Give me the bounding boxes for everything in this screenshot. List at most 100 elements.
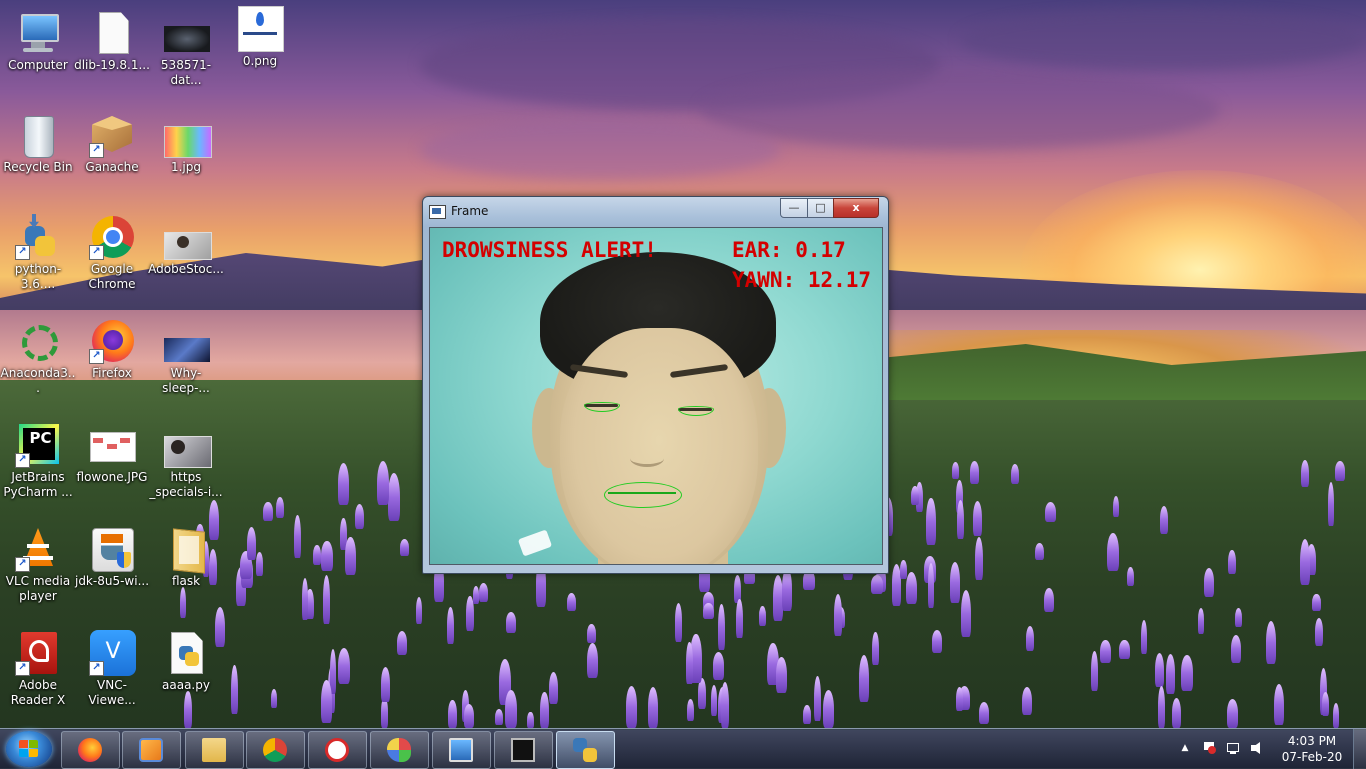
window-titlebar[interactable]: Frame — □ x: [423, 197, 888, 225]
desktop-icon-why-sleep[interactable]: Why-sleep-...: [148, 318, 224, 396]
system-clock[interactable]: 4:03 PM 07-Feb-20: [1272, 733, 1352, 765]
desktop-icon-vlc[interactable]: ↗ VLC media player: [0, 526, 76, 604]
close-button[interactable]: x: [833, 198, 879, 218]
action-center-flag-icon[interactable]: [1202, 741, 1216, 755]
window-app-icon[interactable]: [429, 205, 446, 219]
desktop-icon-label: Google Chrome: [88, 262, 136, 291]
wallpaper-flower: [377, 460, 390, 506]
desktop-icon-flowone[interactable]: flowone.JPG: [74, 422, 150, 485]
start-button[interactable]: [6, 731, 52, 767]
wallpaper-flower: [686, 699, 694, 722]
desktop-icon-anaconda[interactable]: Anaconda3...: [0, 318, 76, 396]
wallpaper-flower: [1300, 538, 1311, 585]
wallpaper-flower: [540, 691, 549, 728]
desktop-icon-label: https _specials-i...: [149, 470, 223, 499]
wallpaper-flower: [587, 642, 599, 678]
desktop-icon-computer[interactable]: Computer: [0, 10, 76, 73]
network-icon[interactable]: [1226, 741, 1240, 755]
light-glare: [517, 529, 553, 557]
wallpaper-flower: [505, 690, 517, 728]
nose: [630, 450, 664, 467]
desktop-icon-ganache[interactable]: ↗ Ganache: [74, 112, 150, 175]
firefox-icon: ↗: [89, 318, 135, 364]
wallpaper-flower: [380, 666, 391, 703]
taskbar-chrome[interactable]: [246, 731, 305, 769]
desktop-icon-recycle-bin[interactable]: Recycle Bin: [0, 112, 76, 175]
wallpaper-flower: [1312, 593, 1321, 611]
maximize-button[interactable]: □: [807, 198, 834, 218]
spider-app-icon: [325, 738, 349, 762]
wallpaper-flower: [911, 485, 919, 505]
desktop-icon-0png[interactable]: 0.png: [222, 6, 298, 69]
taskbar-firefox[interactable]: [61, 731, 120, 769]
desktop-icon-pycharm[interactable]: PC ↗ JetBrains PyCharm ...: [0, 422, 76, 500]
taskbar-command-prompt[interactable]: [494, 731, 553, 769]
python-installer-icon: ↗: [15, 214, 61, 260]
frame-window[interactable]: Frame — □ x DROWSINESS ALERT! EAR: 0.17 …: [422, 196, 889, 574]
maximize-icon: □: [815, 201, 826, 214]
wallpaper-flower: [506, 612, 517, 633]
wallpaper-flower: [775, 657, 787, 694]
desktop-icon-adobestock[interactable]: AdobeStoc...: [148, 214, 224, 277]
wallpaper-flower: [1235, 607, 1243, 627]
taskbar-control-panel[interactable]: [432, 731, 491, 769]
wallpaper-flower: [1226, 699, 1239, 728]
wallpaper-flower: [899, 559, 907, 579]
taskbar-spider-app[interactable]: [308, 731, 367, 769]
desktop-icon-firefox[interactable]: ↗ Firefox: [74, 318, 150, 381]
desktop-icon-python-installer[interactable]: ↗ python-3.6....: [0, 214, 76, 292]
taskbar-media-player[interactable]: [122, 731, 181, 769]
wallpaper-flower: [952, 462, 960, 479]
shortcut-arrow-icon: ↗: [15, 661, 30, 676]
show-hidden-icons-button[interactable]: ▲: [1178, 741, 1192, 755]
wallpaper-flower: [472, 585, 480, 604]
wallpaper-flower: [758, 605, 767, 626]
wallpaper-flower: [337, 463, 349, 505]
desktop-icon-flask-folder[interactable]: flask: [148, 526, 224, 589]
desktop-icon-dlib[interactable]: dlib-19.8.1...: [74, 10, 150, 73]
wallpaper-flower: [961, 589, 972, 637]
image-file-icon: [163, 422, 212, 468]
wallpaper-flower: [803, 705, 812, 725]
taskbar-file-explorer[interactable]: [185, 731, 244, 769]
clock-time: 4:03 PM: [1287, 734, 1337, 748]
python-file-icon: [163, 630, 209, 676]
control-panel-icon: [449, 738, 473, 762]
desktop-icon-aaaa-py[interactable]: aaaa.py: [148, 630, 224, 693]
wallpaper-flower: [905, 572, 918, 604]
desktop-icon-vnc-viewer[interactable]: V ↗ VNC-Viewe...: [74, 630, 150, 708]
image-file-icon: [89, 422, 136, 468]
desktop-icon-jdk-installer[interactable]: jdk-8u5-wi...: [74, 526, 150, 589]
wallpaper-flower: [871, 631, 879, 665]
desktop-icon-538571-dat[interactable]: 538571-dat...: [148, 10, 224, 88]
taskbar-paint[interactable]: [370, 731, 429, 769]
wallpaper-flower: [345, 537, 356, 576]
wallpaper-flower: [871, 574, 884, 594]
wallpaper-flower: [1100, 640, 1111, 664]
taskbar-python[interactable]: [556, 731, 615, 769]
ganache-icon: ↗: [89, 112, 135, 158]
minimize-button[interactable]: —: [780, 198, 808, 218]
show-desktop-button[interactable]: [1353, 729, 1366, 769]
drowsiness-alert-text: DROWSINESS ALERT!: [442, 238, 657, 262]
wallpaper-flower: [1044, 501, 1056, 523]
wallpaper-flower: [1011, 463, 1020, 485]
desktop-icon-label: python-3.6....: [14, 262, 62, 291]
desktop-icon-https-specials[interactable]: https _specials-i...: [148, 422, 224, 500]
recycle-bin-icon: [15, 112, 61, 158]
wallpaper-flower: [931, 630, 943, 653]
wallpaper-flower: [1112, 495, 1119, 518]
desktop-icon-label: 538571-dat...: [160, 58, 212, 87]
desktop-icon-1jpg[interactable]: 1.jpg: [148, 112, 224, 175]
wallpaper-flower: [246, 526, 257, 560]
yawn-value-text: YAWN: 12.17: [732, 268, 872, 292]
shortcut-arrow-icon: ↗: [89, 143, 104, 158]
mouth-landmark: [604, 482, 682, 508]
wallpaper-flower: [823, 690, 835, 728]
volume-icon[interactable]: [1250, 741, 1264, 755]
video-frame: DROWSINESS ALERT! EAR: 0.17 YAWN: 12.17: [429, 227, 883, 565]
desktop-icon-adobe-reader[interactable]: ↗ Adobe Reader X: [0, 630, 76, 708]
desktop-icon-google-chrome[interactable]: ↗ Google Chrome: [74, 214, 150, 292]
wallpaper-flower: [972, 501, 982, 537]
ear-value-text: EAR: 0.17: [732, 238, 846, 262]
